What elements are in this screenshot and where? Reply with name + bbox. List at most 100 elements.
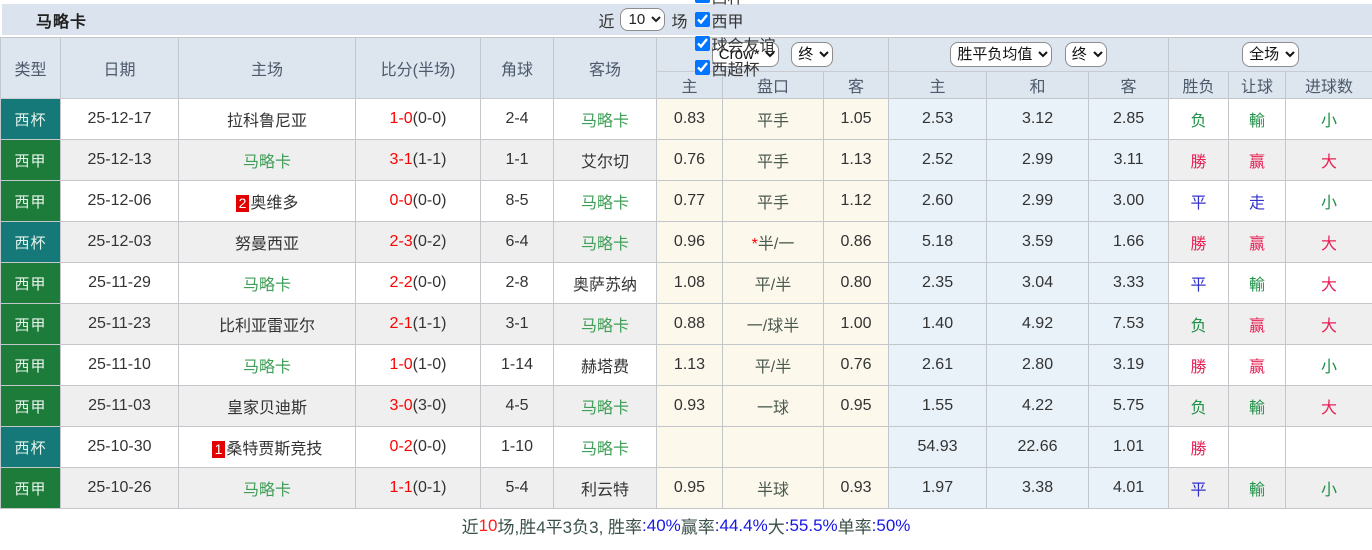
avg-draw-cell: 3.12 [987, 99, 1089, 140]
match-date: 25-11-10 [61, 345, 179, 386]
match-type-badge: 西甲 [1, 140, 61, 181]
half-time-score: (0-0) [413, 438, 447, 455]
match-date: 25-10-30 [61, 427, 179, 468]
competition-checkbox[interactable] [695, 36, 710, 51]
team-name: 马略卡 [581, 236, 629, 253]
goals-result-cell: 大 [1286, 263, 1372, 304]
competition-checkbox[interactable] [695, 0, 710, 3]
team-name: 马略卡 [581, 441, 629, 458]
summary-segment: 近 [462, 513, 479, 538]
odds-away-cell: 1.12 [824, 181, 889, 222]
team-name: 努曼西亚 [235, 236, 299, 253]
odds-home-cell: 0.95 [657, 468, 723, 509]
home-team-cell: 马略卡 [179, 263, 356, 304]
top-bar: 马略卡 近 10 场 同客西杯西甲球会友谊西超杯 [2, 4, 1372, 35]
score-cell: 1-0(0-0) [356, 99, 481, 140]
competition-checkbox[interactable] [695, 12, 710, 27]
col-header-home: 主场 [179, 38, 356, 99]
avg-draw-cell: 2.80 [987, 345, 1089, 386]
away-team-cell: 马略卡 [554, 222, 657, 263]
match-type-badge: 西甲 [1, 468, 61, 509]
home-team-cell: 马略卡 [179, 468, 356, 509]
scope-select[interactable]: 全场 [1242, 42, 1299, 67]
handicap-result-cell [1229, 427, 1286, 468]
full-time-score: 2-1 [390, 315, 413, 332]
avg-type-select[interactable]: 胜平负均值 [950, 42, 1052, 67]
full-time-score: 1-0 [390, 110, 413, 127]
match-date: 25-11-03 [61, 386, 179, 427]
avg-home-cell: 1.55 [889, 386, 987, 427]
team-name: 比利亚雷亚尔 [219, 318, 315, 335]
handicap-cell: 平手 [723, 140, 824, 181]
corner-cell: 1-14 [481, 345, 554, 386]
handicap-cell: 平手 [723, 99, 824, 140]
corner-cell: 5-4 [481, 468, 554, 509]
match-type-badge: 西杯 [1, 99, 61, 140]
handicap-result-cell: 輸 [1229, 386, 1286, 427]
away-team-cell: 奥萨苏纳 [554, 263, 657, 304]
result-cell: 负 [1169, 99, 1229, 140]
handicap-cell: *半/一 [723, 222, 824, 263]
match-row: 西甲25-12-13马略卡3-1(1-1)1-1艾尔切0.76平手1.132.5… [1, 140, 1372, 181]
corner-cell: 1-1 [481, 140, 554, 181]
avg-home-cell: 54.93 [889, 427, 987, 468]
handicap-result-cell: 赢 [1229, 140, 1286, 181]
recent-label: 近 [598, 8, 614, 32]
handicap-result-cell: 輸 [1229, 99, 1286, 140]
avg-away-cell: 7.53 [1089, 304, 1169, 345]
result-cell: 平 [1169, 263, 1229, 304]
avg-group-header: 胜平负均值 终 [889, 38, 1169, 72]
score-cell: 0-2(0-0) [356, 427, 481, 468]
half-time-score: (1-1) [413, 315, 447, 332]
odds-away-cell: 1.05 [824, 99, 889, 140]
corner-cell: 6-4 [481, 222, 554, 263]
corner-cell: 3-1 [481, 304, 554, 345]
match-date: 25-10-26 [61, 468, 179, 509]
odds-home-cell: 0.76 [657, 140, 723, 181]
full-time-score: 3-0 [390, 397, 413, 414]
goals-result-cell: 小 [1286, 99, 1372, 140]
handicap-result-cell: 走 [1229, 181, 1286, 222]
col-header-corner: 角球 [481, 38, 554, 99]
corner-cell: 4-5 [481, 386, 554, 427]
avg-home-cell: 1.97 [889, 468, 987, 509]
avg-time-select[interactable]: 终 [1065, 42, 1107, 67]
team-name: 皇家贝迪斯 [227, 400, 307, 417]
team-name: 马略卡 [581, 195, 629, 212]
avg-draw-cell: 2.99 [987, 140, 1089, 181]
odds-time-select[interactable]: 终 [791, 42, 833, 67]
goals-result-cell: 大 [1286, 222, 1372, 263]
sub-header-goals: 进球数 [1286, 72, 1372, 99]
home-team-cell: 马略卡 [179, 140, 356, 181]
result-cell: 勝 [1169, 427, 1229, 468]
avg-away-cell: 3.11 [1089, 140, 1169, 181]
avg-home-cell: 2.61 [889, 345, 987, 386]
handicap-cell: 平手 [723, 181, 824, 222]
full-time-score: 2-3 [390, 233, 413, 250]
match-type-badge: 西杯 [1, 427, 61, 468]
result-group-header: 全场 [1169, 38, 1372, 72]
team-name: 赫塔费 [581, 359, 629, 376]
summary-segment: :50% [872, 516, 911, 536]
odds-home-cell [657, 427, 723, 468]
handicap-result-cell: 赢 [1229, 345, 1286, 386]
competition-checkbox[interactable] [695, 60, 710, 75]
avg-away-cell: 3.19 [1089, 345, 1169, 386]
avg-away-cell: 1.01 [1089, 427, 1169, 468]
matches-label: 场 [671, 8, 687, 32]
sub-header-avg-away: 客 [1089, 72, 1169, 99]
match-row: 西甲25-12-062奥维多0-0(0-0)8-5马略卡0.77平手1.122.… [1, 181, 1372, 222]
avg-away-cell: 4.01 [1089, 468, 1169, 509]
away-team-cell: 马略卡 [554, 304, 657, 345]
avg-home-cell: 2.52 [889, 140, 987, 181]
rank-badge: 2 [236, 195, 250, 212]
half-time-score: (1-1) [413, 151, 447, 168]
recent-count-select[interactable]: 10 [620, 8, 665, 31]
avg-home-cell: 2.60 [889, 181, 987, 222]
avg-away-cell: 2.85 [1089, 99, 1169, 140]
goals-result-cell: 小 [1286, 468, 1372, 509]
away-team-cell: 赫塔费 [554, 345, 657, 386]
handicap-cell: 半球 [723, 468, 824, 509]
team-name: 奥萨苏纳 [573, 277, 637, 294]
avg-draw-cell: 4.22 [987, 386, 1089, 427]
